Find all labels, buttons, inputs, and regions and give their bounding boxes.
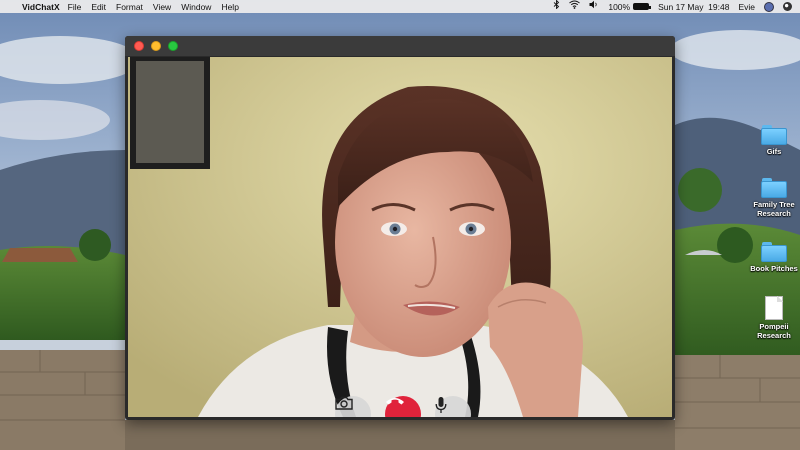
desktop-icon-label: Gifs bbox=[766, 147, 782, 156]
desktop-icon-gifs[interactable]: Gifs bbox=[741, 125, 800, 157]
battery-status[interactable]: 100% bbox=[608, 1, 652, 12]
siri-icon[interactable] bbox=[783, 2, 792, 11]
user-name[interactable]: Evie bbox=[738, 2, 755, 12]
camera-icon bbox=[335, 396, 353, 410]
clock[interactable]: Sun 17 May 19:48 bbox=[658, 2, 729, 12]
desktop-icon-label: Pompeii Research bbox=[757, 322, 791, 340]
user-avatar-icon[interactable] bbox=[764, 1, 774, 12]
folder-icon bbox=[761, 242, 787, 262]
menu-format[interactable]: Format bbox=[116, 2, 143, 12]
microphone-icon bbox=[435, 397, 447, 413]
desktop-icon-book-pitches[interactable]: Book Pitches bbox=[741, 242, 800, 274]
folder-icon bbox=[761, 178, 787, 198]
desktop-icon-pompeii-research[interactable]: Pompeii Research bbox=[741, 296, 800, 340]
video-call-window bbox=[125, 36, 675, 420]
bluetooth-icon[interactable] bbox=[553, 0, 560, 13]
desktop-icon-label: Book Pitches bbox=[750, 264, 798, 273]
menu-help[interactable]: Help bbox=[221, 2, 238, 12]
window-zoom-button[interactable] bbox=[168, 41, 178, 51]
battery-percent: 100% bbox=[608, 1, 631, 12]
wifi-icon[interactable] bbox=[569, 0, 581, 13]
menu-app-name[interactable]: VidChatX bbox=[22, 2, 60, 12]
window-titlebar[interactable] bbox=[125, 36, 675, 56]
window-minimize-button[interactable] bbox=[151, 41, 161, 51]
menu-edit[interactable]: Edit bbox=[91, 2, 106, 12]
window-close-button[interactable] bbox=[134, 41, 144, 51]
menu-bar: VidChatX File Edit Format View Window He… bbox=[0, 0, 800, 13]
document-icon bbox=[765, 296, 783, 320]
phone-hangup-icon bbox=[386, 398, 404, 405]
folder-icon bbox=[761, 125, 787, 145]
menu-window[interactable]: Window bbox=[181, 2, 211, 12]
menu-view[interactable]: View bbox=[153, 2, 171, 12]
menu-file[interactable]: File bbox=[68, 2, 82, 12]
volume-icon[interactable] bbox=[589, 0, 599, 13]
menu-extras: 100% Sun 17 May 19:48 Evie bbox=[544, 0, 800, 13]
desktop-icon-family-tree-research[interactable]: Family Tree Research bbox=[741, 178, 800, 218]
battery-icon bbox=[633, 3, 652, 10]
desktop-icon-label: Family Tree Research bbox=[753, 200, 795, 218]
video-feed bbox=[128, 57, 672, 417]
